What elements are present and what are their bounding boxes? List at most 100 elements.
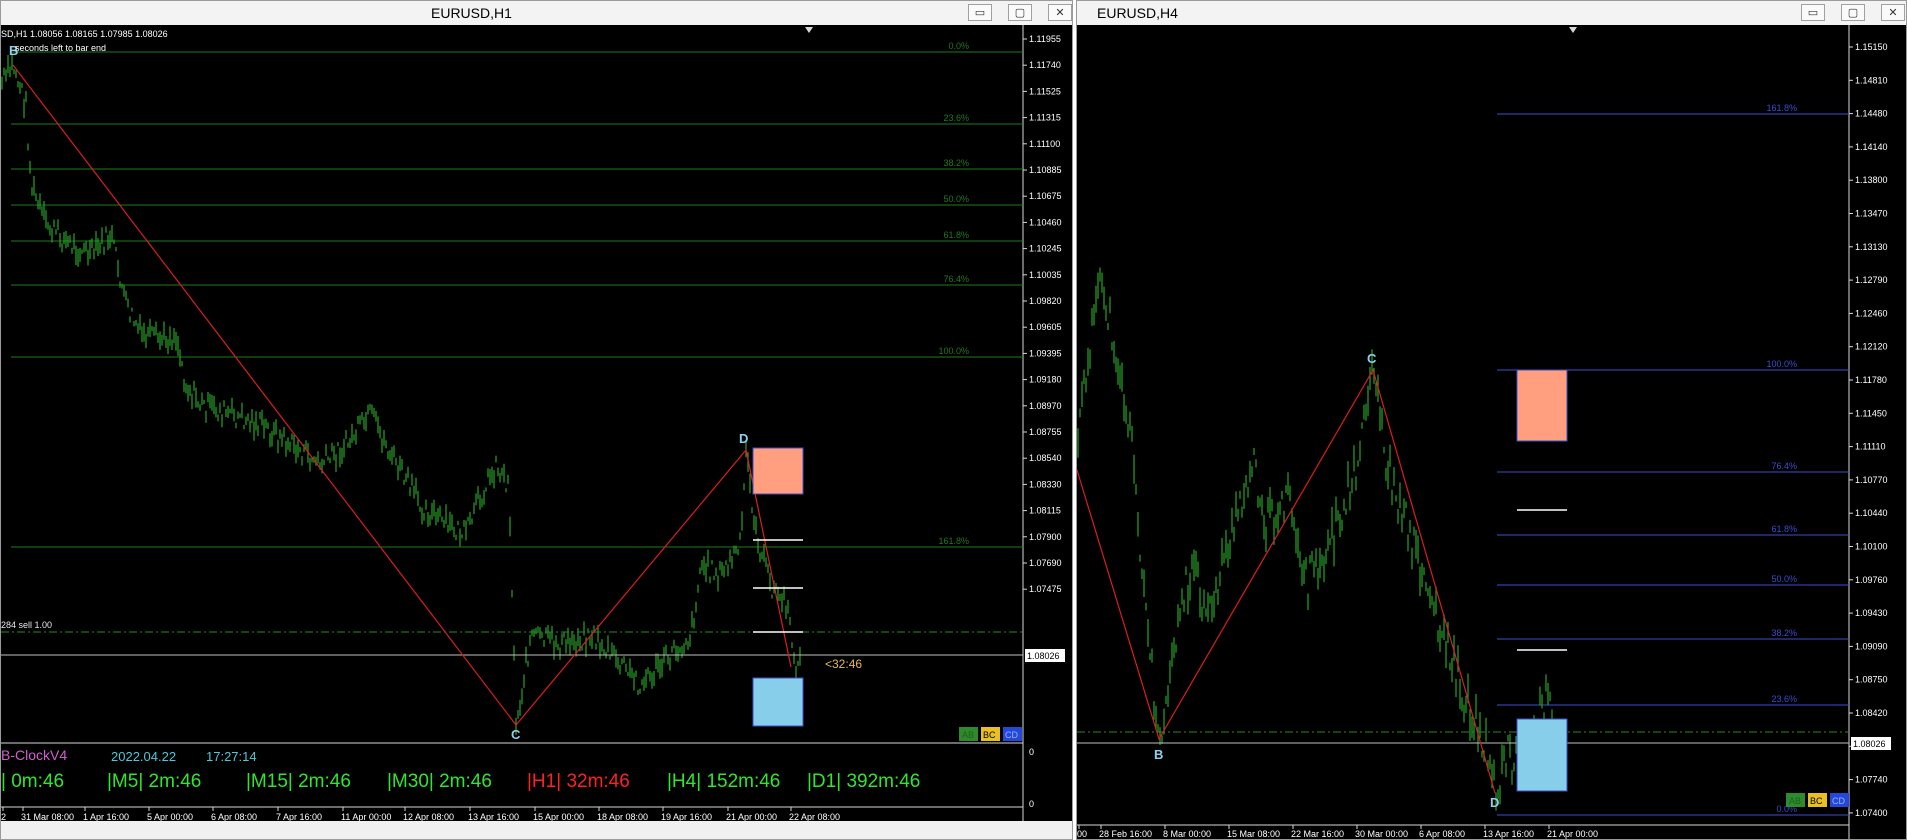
bc-button-label: BC	[1810, 796, 1823, 806]
price-tick-label: 1.09605	[1029, 322, 1062, 332]
price-tick-label: 1.14480	[1855, 109, 1888, 119]
fib-level-label: 161.8%	[1766, 103, 1797, 113]
chart-canvas[interactable]: 161.8%100.0%76.4%61.8%50.0%38.2%23.6%0.0…	[1077, 25, 1906, 839]
fib-level-label: 0.0%	[948, 41, 969, 51]
sell-zone-box[interactable]	[1516, 369, 1568, 442]
time-tick-label: 19 Apr 16:00	[661, 812, 712, 821]
time-tick-label: 1 Apr 16:00	[83, 812, 129, 821]
clock-date: 2022.04.22	[111, 749, 176, 764]
time-tick-label: 12 Apr 08:00	[403, 812, 454, 821]
price-tick-label: 1.09090	[1855, 641, 1888, 651]
time-tick-label: 15 Apr 00:00	[533, 812, 584, 821]
time-tick-label: 7 Apr 16:00	[276, 812, 322, 821]
price-tick-label: 1.10035	[1029, 270, 1062, 280]
time-tick-label: 11 Apr 00:00	[341, 812, 391, 821]
trade-label: 284 sell 1.00	[1, 620, 52, 630]
price-tick-label: 1.12120	[1855, 342, 1888, 352]
point-d-label: D	[739, 431, 748, 446]
close-button[interactable]: ✕	[1881, 4, 1905, 21]
maximize-button[interactable]: ▢	[1008, 4, 1032, 21]
time-tick-label: 28 Feb 16:00	[1099, 829, 1152, 839]
buy-zone-box[interactable]	[752, 677, 804, 727]
price-tick-label: 1.14140	[1855, 142, 1888, 152]
price-tick-label: 1.07900	[1029, 532, 1062, 542]
price-tick-label: 1.08540	[1029, 453, 1062, 463]
subwindow-scale-bottom: 0	[1029, 799, 1034, 809]
price-tick-label: 1.11780	[1855, 375, 1887, 385]
window-titlebar[interactable]: EURUSD,H4 ▭ ▢ ✕	[1077, 1, 1906, 26]
chart-window-eurusd-h1[interactable]: EURUSD,H1 ▭ ▢ ✕ 0.0% 23.6% 38.2% 50.0% 61.8%…	[0, 0, 1073, 840]
window-title: EURUSD,H4	[1097, 5, 1178, 21]
timeframe-countdown: | 0m:46	[1, 771, 64, 792]
point-c-label: C	[1367, 351, 1377, 366]
price-tick-label: 1.10770	[1855, 475, 1888, 485]
subwindow-scale-top: 0	[1029, 747, 1034, 757]
time-tick-label: 8 Mar 00:00	[1163, 829, 1211, 839]
fib-level-label: 50.0%	[943, 194, 969, 204]
scroll-marker-icon[interactable]	[1569, 27, 1577, 33]
window-titlebar[interactable]: EURUSD,H1 ▭ ▢ ✕	[1, 1, 1072, 26]
price-tick-label: 1.11315	[1029, 113, 1061, 123]
fib-level-label: 50.0%	[1771, 574, 1797, 584]
price-tick-label: 1.08115	[1029, 506, 1061, 516]
timeframe-countdown: |H1| 32m:46	[527, 771, 630, 792]
time-tick-label: 13 Apr 16:00	[1483, 829, 1534, 839]
price-tick-label: 1.07400	[1855, 808, 1888, 818]
ab-button-label: AB	[962, 730, 974, 740]
fib-level-label: 76.4%	[1771, 461, 1797, 471]
countdown-label: <32:46	[825, 657, 862, 671]
point-b-label: B	[1154, 747, 1163, 762]
price-chart[interactable]: 0.0% 23.6% 38.2% 50.0% 61.8% 76.4% 100.0% 161.8…	[1, 25, 1072, 821]
window-title: EURUSD,H1	[431, 5, 512, 21]
cd-button-label: CD	[1832, 796, 1845, 806]
price-tick-label: 1.09180	[1029, 375, 1062, 385]
time-tick-label: 22 Mar 16:00	[1291, 829, 1344, 839]
clock-indicator-name: B-ClockV4	[1, 747, 67, 763]
time-tick-label: 30 Mar 00:00	[1355, 829, 1408, 839]
price-tick-label: 1.10885	[1029, 165, 1062, 175]
price-tick-label: 1.10245	[1029, 244, 1062, 254]
price-tick-label: 1.11450	[1855, 408, 1887, 418]
point-c-label: C	[511, 727, 521, 742]
cd-button-label: CD	[1005, 730, 1018, 740]
fib-level-label: 23.6%	[943, 113, 969, 123]
buy-zone-box[interactable]	[1516, 718, 1568, 792]
current-price: 1.08026	[1027, 651, 1060, 661]
price-tick-label: 1.09760	[1855, 575, 1888, 585]
time-tick-label: 31 Mar 08:00	[21, 812, 74, 821]
close-button[interactable]: ✕	[1048, 4, 1072, 21]
sell-zone-box[interactable]	[752, 447, 804, 495]
time-tick-label: 00	[1077, 829, 1087, 839]
price-tick-label: 1.11525	[1029, 86, 1061, 96]
price-tick-label: 1.10675	[1029, 191, 1062, 201]
price-tick-label: 1.11100	[1029, 139, 1060, 149]
time-tick-label: 2	[1, 812, 6, 821]
price-tick-label: 1.10100	[1855, 542, 1888, 552]
minimize-button[interactable]: ▭	[1801, 4, 1825, 21]
price-tick-label: 1.12790	[1855, 275, 1888, 285]
price-tick-label: 1.07690	[1029, 558, 1062, 568]
minimize-button[interactable]: ▭	[968, 4, 992, 21]
bar-timer-info: seconds left to bar end	[15, 43, 106, 53]
price-chart[interactable]: 161.8% 100.0% 76.4% 61.8% 50.0% 38.2% 23.6% 0.0…	[1077, 25, 1906, 839]
time-tick-label: 6 Apr 08:00	[1419, 829, 1465, 839]
fib-level-label: 100.0%	[1766, 359, 1797, 369]
time-tick-label: 5 Apr 00:00	[147, 812, 193, 821]
timeframe-countdown: |D1| 392m:46	[807, 771, 920, 792]
fib-level-label: 161.8%	[938, 536, 969, 546]
price-tick-label: 1.08750	[1855, 675, 1888, 685]
scroll-marker-icon[interactable]	[805, 27, 813, 33]
price-tick-label: 1.08330	[1029, 479, 1062, 489]
price-tick-label: 1.09820	[1029, 296, 1062, 306]
timeframe-countdown: |M30| 2m:46	[387, 771, 492, 792]
time-tick-label: 18 Apr 08:00	[597, 812, 648, 821]
price-tick-label: 1.10440	[1855, 508, 1888, 518]
time-tick-label: 13 Apr 16:00	[468, 812, 519, 821]
maximize-button[interactable]: ▢	[1841, 4, 1865, 21]
bc-button-label: BC	[983, 730, 996, 740]
chart-canvas[interactable]: 0.0% 23.6% 38.2% 50.0% 61.8% 76.4% 100.0% 161.8…	[1, 25, 1072, 821]
price-tick-label: 1.07740	[1855, 775, 1888, 785]
fib-level-label: 61.8%	[943, 230, 969, 240]
chart-window-eurusd-h4[interactable]: EURUSD,H4 ▭ ▢ ✕ 161.8% 100.0% 76.4% 61.8% 50…	[1076, 0, 1907, 840]
fib-level-label: 38.2%	[1771, 628, 1797, 638]
